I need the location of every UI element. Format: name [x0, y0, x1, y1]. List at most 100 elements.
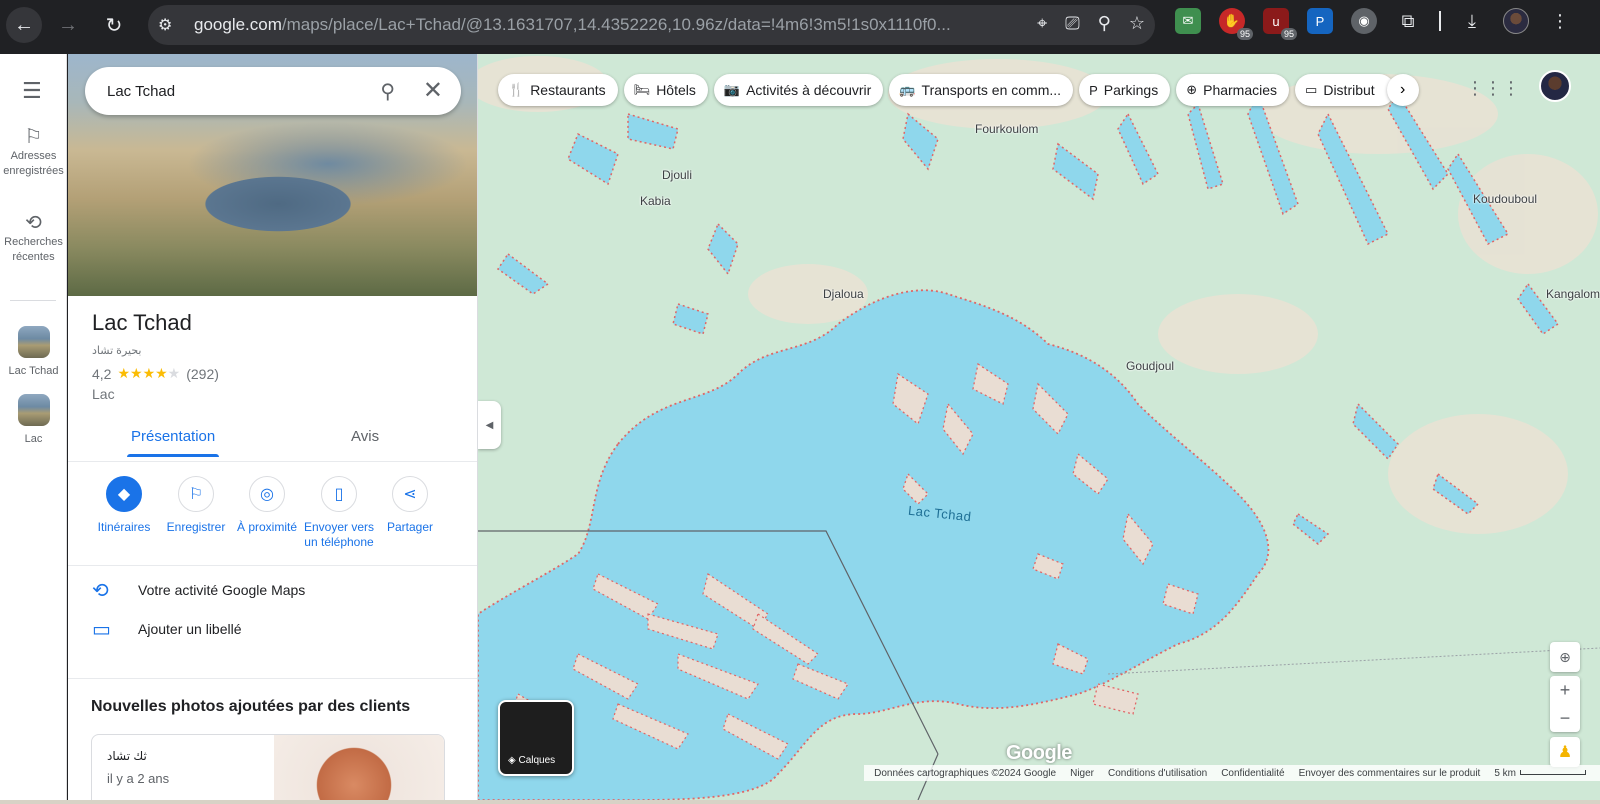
send-to-phone-button[interactable]: ▯ Envoyer vers un téléphone	[302, 476, 376, 550]
chip-transit[interactable]: 🚌 Transports en comm...	[889, 74, 1074, 106]
my-location-button[interactable]: ⊕	[1550, 642, 1580, 672]
map-place-label[interactable]: Kangalom	[1546, 287, 1600, 301]
rail-recent-place-label: Lac Tchad	[8, 365, 59, 377]
zoom-out-button[interactable]: −	[1550, 704, 1580, 732]
google-apps-icon[interactable]: ⋮⋮⋮	[1466, 78, 1520, 99]
rail-recent-label: Recherches récentes	[4, 236, 63, 263]
terms-link[interactable]: Conditions d'utilisation	[1108, 768, 1207, 779]
rail-divider	[10, 300, 56, 301]
place-category[interactable]: Lac	[92, 386, 115, 402]
review-count[interactable]: (292)	[186, 366, 219, 382]
nearby-button[interactable]: ◎ À proximité	[230, 476, 304, 535]
photo-card[interactable]: ثك تشاد il y a 2 ans	[91, 734, 445, 800]
extension-badge: 95	[1280, 28, 1297, 40]
chrome-menu-icon[interactable]: ⋮	[1547, 8, 1573, 34]
activity-link[interactable]: ⟲ Votre activité Google Maps	[68, 572, 477, 608]
address-bar[interactable]: ⚙ google.com/maps/place/Lac+Tchad/@13.16…	[148, 5, 1155, 45]
extension-generic-icon[interactable]: ◉	[1351, 8, 1377, 34]
map-place-label[interactable]: Djouli	[662, 168, 692, 182]
downloads-icon[interactable]: ⤓	[1459, 8, 1485, 34]
account-avatar[interactable]	[1539, 70, 1571, 102]
browser-toolbar: ← → ↻ ⚙ google.com/maps/place/Lac+Tchad/…	[0, 0, 1600, 54]
atm-icon: ▭	[1305, 82, 1318, 97]
scale-control[interactable]: 5 km	[1494, 768, 1586, 779]
search-input[interactable]: Lac Tchad	[107, 83, 367, 100]
map-place-label[interactable]: Koudouboul	[1473, 192, 1537, 206]
map-place-label[interactable]: Djaloua	[823, 287, 864, 301]
arrow-left-icon: ←	[14, 13, 34, 36]
profile-avatar[interactable]	[1503, 8, 1529, 34]
rating-row[interactable]: 4,2 ★★★★★ (292)	[92, 365, 219, 382]
chip-hotels[interactable]: 🛏 Hôtels	[623, 74, 708, 106]
layers-text: Calques	[518, 755, 556, 766]
scale-bar	[1520, 770, 1586, 776]
label-icon: ▭	[92, 618, 111, 641]
extension-ublock-icon[interactable]: u 95	[1263, 8, 1297, 40]
extension-translate-icon[interactable]: P	[1307, 8, 1333, 34]
feedback-link[interactable]: Envoyer des commentaires sur le produit	[1299, 768, 1481, 779]
add-label-link[interactable]: ▭ Ajouter un libellé	[68, 611, 477, 647]
history-icon: ⟲	[25, 212, 42, 234]
place-alt-name: بحيرة تشاد	[92, 345, 142, 357]
tab-overview[interactable]: Présentation	[126, 428, 220, 457]
category-chips: 🍴 Restaurants 🛏 Hôtels 📷 Activités à découv…	[498, 74, 1419, 106]
photo-time: il y a 2 ans	[107, 771, 170, 786]
layers-button[interactable]: ◈ Calques	[498, 700, 574, 776]
map-place-label[interactable]: Fourkoulom	[975, 122, 1038, 136]
search-icon[interactable]: ⚲	[380, 79, 395, 104]
chip-label: Distribut	[1323, 82, 1375, 98]
photos-section-title: Nouvelles photos ajoutées par des client…	[91, 698, 411, 715]
chip-activities[interactable]: 📷 Activités à découvrir	[713, 74, 884, 106]
bookmark-star-icon[interactable]: ☆	[1129, 13, 1145, 34]
url-text[interactable]: google.com/maps/place/Lac+Tchad/@13.1631…	[194, 15, 984, 35]
reload-button[interactable]: ↻	[96, 7, 132, 43]
forward-button[interactable]: →	[50, 7, 86, 43]
extensions-bar: ✉ ✋ 95 u 95 P ◉ ⧉ ⤓ ⋮	[1175, 8, 1573, 40]
country-label: Niger	[1070, 767, 1094, 779]
map-data-attribution[interactable]: Données cartographiques ©2024 Google	[874, 768, 1056, 779]
extensions-puzzle-icon[interactable]: ⧉	[1395, 8, 1421, 34]
rail-saved[interactable]: ⚐ Adresses enregistrées	[0, 126, 67, 179]
nearby-icon: ◎	[249, 476, 285, 512]
share-button[interactable]: ⋖ Partager	[373, 476, 447, 535]
chips-next-button[interactable]: ›	[1386, 74, 1419, 106]
nearby-label: À proximité	[236, 520, 298, 534]
privacy-link[interactable]: Confidentialité	[1221, 768, 1284, 779]
chip-pharmacies[interactable]: ⊕ Pharmacies	[1176, 74, 1290, 106]
map-graphics	[478, 56, 1600, 800]
close-icon[interactable]: ✕	[423, 76, 443, 105]
rail-recent-place-2[interactable]: Lac	[0, 394, 67, 447]
back-button[interactable]: ←	[6, 7, 42, 43]
site-settings-icon[interactable]: ⚙	[158, 15, 182, 35]
chip-atm[interactable]: ▭ Distribut	[1295, 74, 1395, 106]
place-thumbnail	[17, 326, 50, 358]
reload-icon: ↻	[105, 14, 123, 37]
save-button[interactable]: ⚐ Enregistrer	[159, 476, 233, 535]
history-icon: ⟲	[92, 579, 109, 602]
chip-restaurants[interactable]: 🍴 Restaurants	[498, 74, 618, 106]
tab-reviews[interactable]: Avis	[351, 428, 379, 445]
camera-icon: 📷	[723, 82, 741, 97]
hamburger-menu-icon[interactable]: ☰	[22, 78, 42, 104]
directions-button[interactable]: ◆ Itinéraires	[87, 476, 161, 535]
rail-recent[interactable]: ⟲ Recherches récentes	[0, 212, 67, 265]
customer-photo[interactable]	[274, 735, 444, 800]
search-box[interactable]: Lac Tchad ⚲ ✕	[85, 67, 461, 115]
zoom-icon[interactable]: ⚲	[1098, 13, 1111, 34]
collapse-panel-button[interactable]: ◀	[478, 401, 501, 449]
map-place-label[interactable]: Goudjoul	[1126, 359, 1174, 373]
rail-recent-place-1[interactable]: Lac Tchad	[0, 326, 67, 379]
rating-value: 4,2	[92, 365, 112, 382]
extension-mail-icon[interactable]: ✉	[1175, 8, 1201, 34]
map-canvas[interactable]: 🍴 Restaurants 🛏 Hôtels 📷 Activités à découv…	[478, 54, 1600, 800]
chip-label: Hôtels	[656, 82, 696, 98]
bookmark-icon: ⚐	[24, 126, 43, 148]
extension-adblock-icon[interactable]: ✋ 95	[1219, 8, 1253, 40]
section-divider	[68, 678, 477, 679]
zoom-in-button[interactable]: +	[1550, 676, 1580, 704]
street-view-pegman-icon[interactable]: ♟	[1550, 737, 1580, 767]
chip-parking[interactable]: P Parkings	[1079, 74, 1171, 106]
location-pin-icon[interactable]: ⌖	[1037, 13, 1047, 34]
map-place-label[interactable]: Kabia	[640, 194, 671, 208]
install-app-icon[interactable]: ⎚	[1065, 13, 1079, 34]
